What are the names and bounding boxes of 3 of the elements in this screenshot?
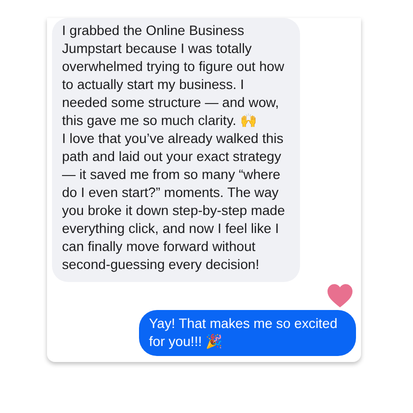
message-text: I grabbed the Online Business Jumpstart because I was totally overwhelmed trying to figure out how to actually start my business. I needed some structure — and wow, this gave me so much clarity. 🙌 (62, 22, 286, 130)
message-text: I love that you’ve already walked this path and laid out your exact strategy — it saved me from so many “where do I even start?” moments. The way you broke it down step-by-step made everything click, and now I feel like I can finally move forward without second-guessing every decision! (62, 130, 286, 274)
message-text: Yay! That makes me so excited for you!!! 🎉 (149, 315, 338, 351)
